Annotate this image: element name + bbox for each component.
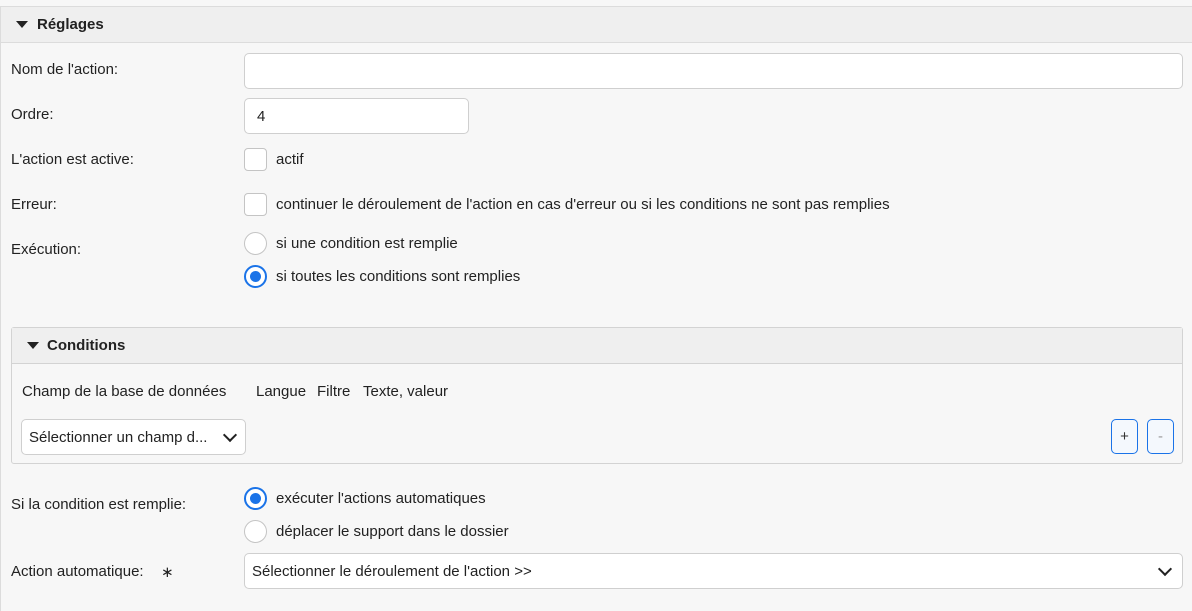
- active-checkbox[interactable]: [244, 148, 267, 171]
- settings-panel-header[interactable]: Réglages: [1, 7, 1192, 43]
- error-label: Erreur:: [11, 196, 57, 213]
- on-condition-option-execute-label[interactable]: exécuter l'actions automatiques: [276, 490, 486, 507]
- remove-condition-button[interactable]: -: [1147, 419, 1174, 454]
- column-header-language: Langue: [256, 383, 307, 400]
- execution-option-all-label[interactable]: si toutes les conditions sont remplies: [276, 268, 520, 285]
- on-condition-radio-execute[interactable]: [244, 487, 267, 510]
- action-name-label: Nom de l'action:: [11, 61, 119, 78]
- column-header-value: Texte, valeur: [363, 383, 449, 400]
- action-name-input[interactable]: [244, 53, 1183, 89]
- column-header-field: Champ de la base de données: [22, 383, 227, 400]
- error-continue-label[interactable]: continuer le déroulement de l'action en …: [276, 196, 890, 213]
- required-mark: ∗: [161, 564, 174, 581]
- caret-down-icon: [27, 342, 39, 349]
- chevron-down-icon: [222, 427, 238, 443]
- conditions-title: Conditions: [47, 337, 126, 354]
- automatic-action-select[interactable]: Sélectionner le déroulement de l'action …: [244, 553, 1183, 589]
- on-condition-option-move-label[interactable]: déplacer le support dans le dossier: [276, 523, 509, 540]
- conditions-panel: Conditions Champ de la base de données L…: [11, 327, 1183, 464]
- error-continue-checkbox[interactable]: [244, 193, 267, 216]
- order-input[interactable]: [244, 98, 469, 134]
- active-label: L'action est active:: [11, 151, 134, 168]
- settings-panel: Réglages Nom de l'action: Ordre: L'actio…: [0, 6, 1192, 611]
- on-condition-radio-move[interactable]: [244, 520, 267, 543]
- automatic-action-label: Action automatique:: [11, 563, 144, 580]
- execution-label: Exécution:: [11, 241, 82, 258]
- execution-radio-all[interactable]: [244, 265, 267, 288]
- conditions-panel-header[interactable]: Conditions: [12, 328, 1182, 364]
- execution-option-any-label[interactable]: si une condition est remplie: [276, 235, 458, 252]
- column-header-filter: Filtre: [317, 383, 351, 400]
- condition-field-select[interactable]: Sélectionner un champ d...: [21, 419, 246, 455]
- automatic-action-select-value: Sélectionner le déroulement de l'action …: [252, 563, 532, 580]
- execution-radio-any[interactable]: [244, 232, 267, 255]
- add-condition-button[interactable]: +: [1111, 419, 1138, 454]
- chevron-down-icon: [1157, 561, 1173, 577]
- order-label: Ordre:: [11, 106, 54, 123]
- on-condition-label: Si la condition est remplie:: [11, 496, 187, 513]
- condition-field-select-value: Sélectionner un champ d...: [29, 429, 208, 446]
- active-checkbox-label[interactable]: actif: [276, 151, 304, 168]
- settings-title: Réglages: [37, 16, 104, 33]
- caret-down-icon: [16, 21, 28, 28]
